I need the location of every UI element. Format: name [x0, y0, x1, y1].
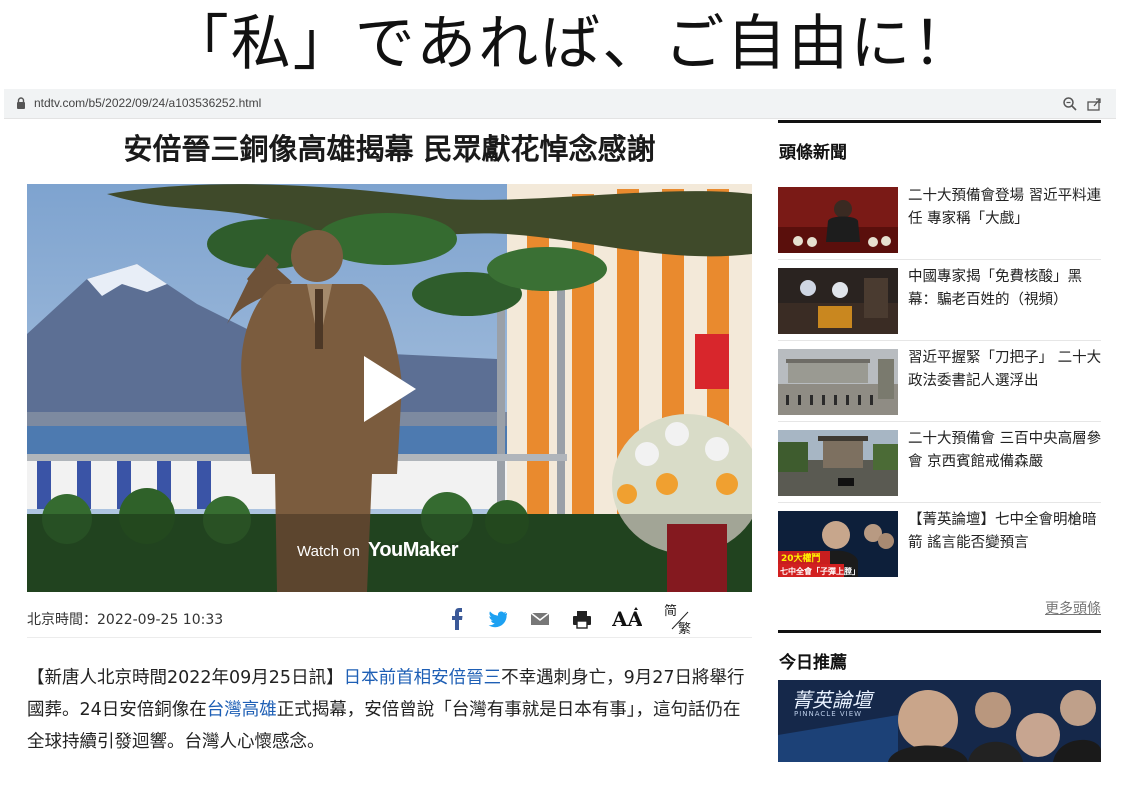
- headlines-title: 頭條新聞: [779, 143, 847, 163]
- article-lead: 【新唐人北京時間2022年09月25日訊】日本前首相安倍晉三不幸遇刺身亡，9月2…: [27, 662, 755, 758]
- article-title: 安倍晉三銅像高雄揭幕 民眾獻花悼念感謝: [123, 132, 656, 166]
- lock-icon: [17, 97, 25, 109]
- recommend-banner-title: 菁英論壇: [792, 688, 872, 712]
- link-abe[interactable]: 日本前首相安倍晉三: [344, 668, 502, 688]
- news-headline[interactable]: 二十大預備會登場 習近平料連任 專家稱「大戲」: [908, 185, 1102, 231]
- print-icon[interactable]: [572, 604, 592, 634]
- news-thumbnail: [778, 268, 898, 334]
- video-player[interactable]: Watch on YouMaker: [27, 184, 752, 592]
- email-icon[interactable]: [530, 604, 550, 634]
- news-thumbnail: 20大權鬥 七中全會「子彈上膛」: [778, 511, 898, 577]
- link-kaohsiung[interactable]: 台灣高雄: [207, 700, 277, 720]
- news-thumbnail: [778, 430, 898, 496]
- thumb-caption-1: 20大權鬥: [781, 552, 821, 564]
- news-headline[interactable]: 中國專家揭「免費核酸」黑幕：騙老百姓的（視頻）: [908, 266, 1102, 312]
- news-item[interactable]: 中國專家揭「免費核酸」黑幕：騙老百姓的（視頻）: [778, 260, 1101, 341]
- news-item[interactable]: 習近平握緊「刀把子」 二十大政法委書記人選浮出: [778, 341, 1101, 422]
- lead-dateline: 【新唐人北京時間2022年09月25日訊】: [27, 668, 344, 688]
- news-headline[interactable]: 習近平握緊「刀把子」 二十大政法委書記人選浮出: [908, 347, 1102, 393]
- zoom-icon[interactable]: [1062, 96, 1078, 112]
- facebook-icon[interactable]: [450, 604, 464, 634]
- thumb-caption-2: 七中全會「子彈上膛」: [780, 566, 860, 576]
- news-thumbnail: [778, 349, 898, 415]
- sidebar: 頭條新聞 二十大預備會登場 習近平料連任 專家稱「大戲」 中國專家揭「免費核酸」…: [778, 120, 1101, 584]
- font-size-icon[interactable]: AA: [612, 604, 642, 634]
- news-item[interactable]: 二十大預備會 三百中央高層參會 京西賓館戒備森嚴: [778, 422, 1101, 503]
- simplified-label: 简: [664, 604, 677, 619]
- news-item[interactable]: 20大權鬥 七中全會「子彈上膛」 【菁英論壇】七中全會明槍暗箭 謠言能否變預言: [778, 503, 1101, 584]
- twitter-icon[interactable]: [486, 604, 508, 634]
- news-headline[interactable]: 【菁英論壇】七中全會明槍暗箭 謠言能否變預言: [908, 509, 1102, 555]
- recommend-title: 今日推薦: [779, 653, 847, 673]
- recommend-banner-subtitle: PINNACLE VIEW: [794, 710, 863, 718]
- recommend-banner[interactable]: 菁英論壇 PINNACLE VIEW: [778, 680, 1101, 762]
- watch-on-youmaker[interactable]: Watch on YouMaker: [297, 539, 459, 562]
- address-bar[interactable]: ntdtv.com/b5/2022/09/24/a103536252.html: [4, 89, 1116, 119]
- share-icon[interactable]: [1086, 96, 1102, 112]
- watch-on-label: Watch on: [297, 543, 360, 560]
- font-size-label: AA: [612, 607, 642, 631]
- news-item[interactable]: 二十大預備會登場 習近平料連任 專家稱「大戲」: [778, 179, 1101, 260]
- play-icon[interactable]: [360, 354, 420, 424]
- traditional-label: 繁: [678, 621, 691, 634]
- more-headlines-link[interactable]: 更多頭條: [778, 598, 1101, 618]
- simplified-traditional-icon[interactable]: 简 繁: [664, 604, 696, 634]
- section-rule: [778, 630, 1101, 633]
- url-text[interactable]: ntdtv.com/b5/2022/09/24/a103536252.html: [34, 96, 261, 110]
- news-thumbnail: [778, 187, 898, 253]
- article-meta: 北京時間：2022-09-25 10:33 AA 简 繁: [27, 600, 752, 638]
- news-headline[interactable]: 二十大預備會 三百中央高層參會 京西賓館戒備森嚴: [908, 428, 1102, 474]
- youmaker-logo: YouMaker: [367, 539, 459, 561]
- overlay-caption: 「私」であれば、ご自由に！: [168, 9, 975, 79]
- publish-timestamp: 北京時間：2022-09-25 10:33: [27, 612, 224, 628]
